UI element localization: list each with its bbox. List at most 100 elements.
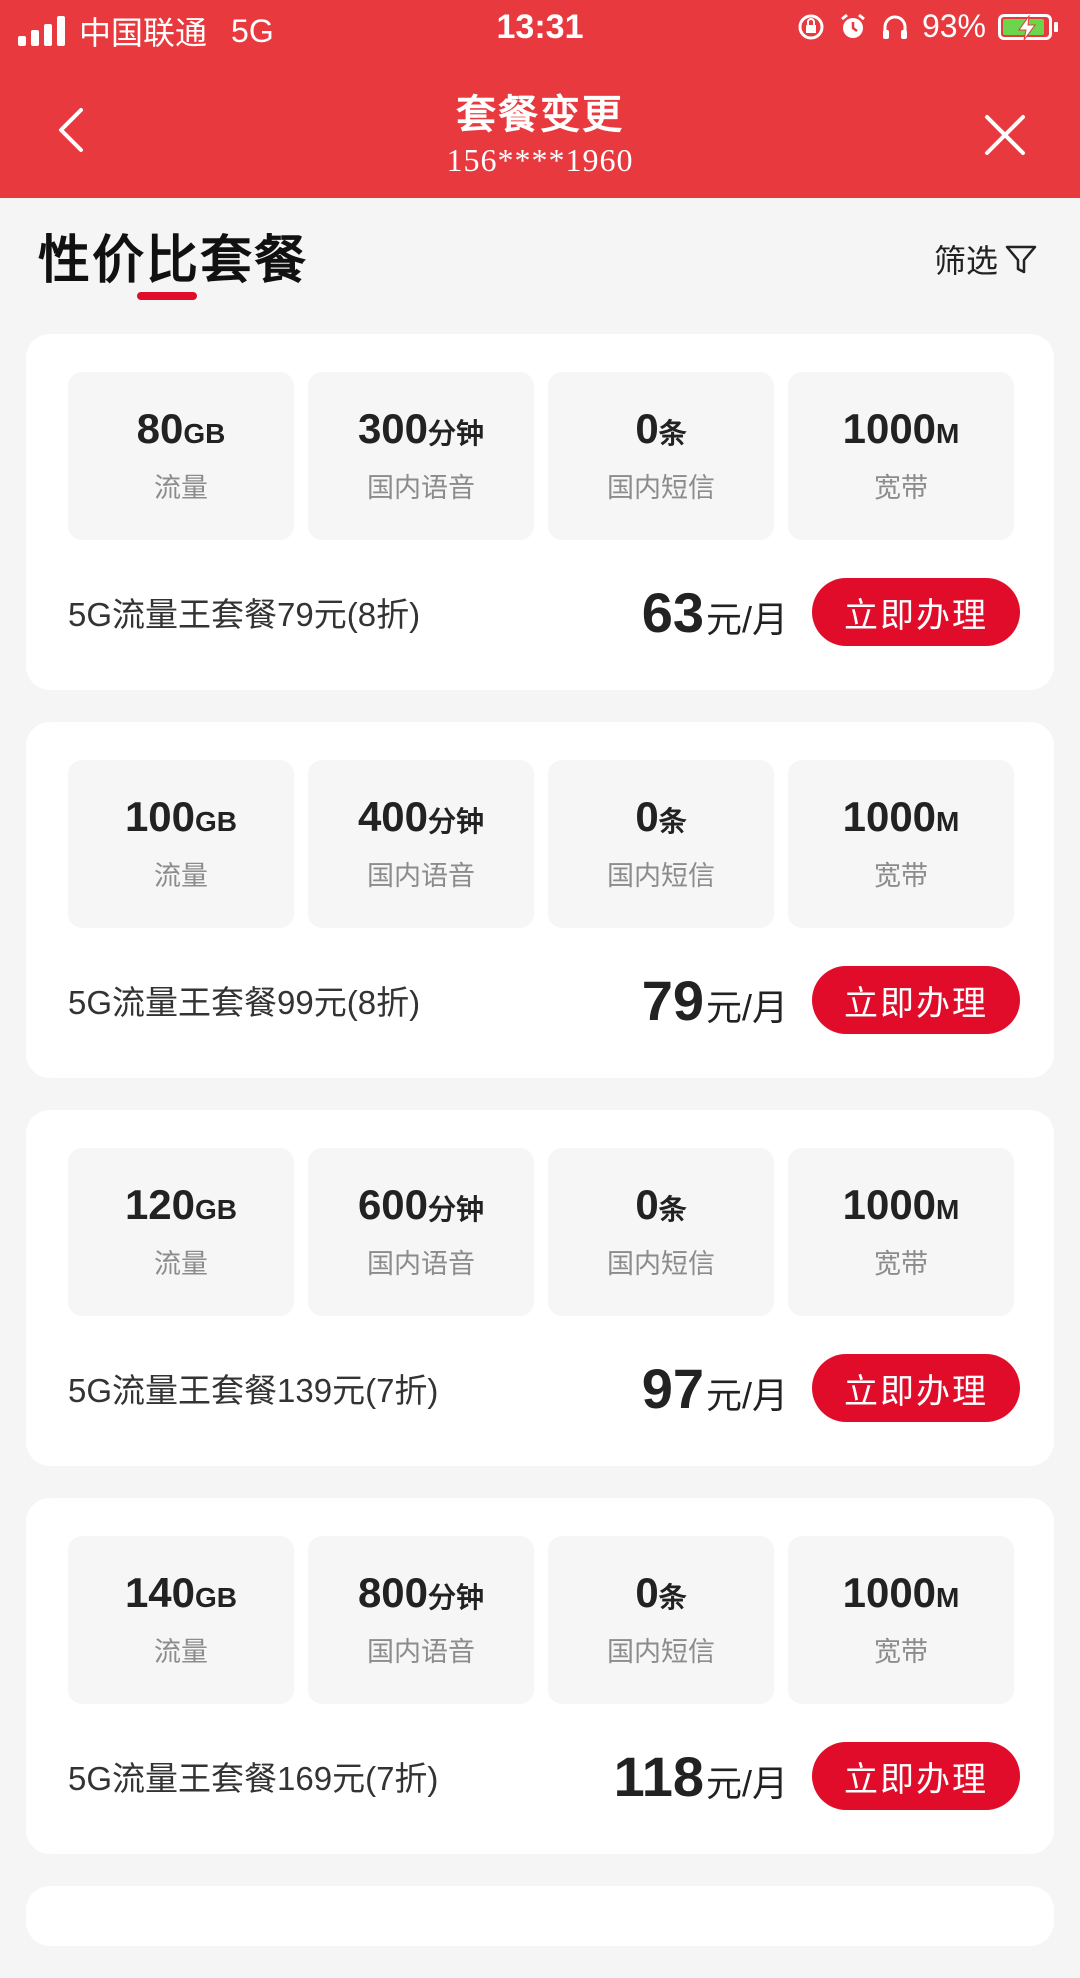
plan-footer: 5G流量王套餐79元(8折) 63元/月 立即办理 (68, 572, 1020, 652)
plan-specs: 80GB 流量 300分钟 国内语音 0条 国内短信 1000M 宽带 (68, 372, 1014, 540)
spec-unit: 条 (658, 805, 687, 837)
spec-label: 宽带 (874, 1248, 928, 1279)
spec-unit: GB (195, 1193, 238, 1225)
spec-value: 0 (635, 1568, 659, 1616)
spec-unit: M (936, 805, 960, 837)
plan-price: 118元/月 (614, 1744, 788, 1809)
battery-percent: 93% (921, 8, 986, 44)
alarm-icon (841, 13, 865, 38)
plan-specs: 140GB 流量 800分钟 国内语音 0条 国内短信 1000M 宽带 (68, 1536, 1014, 1704)
apply-button[interactable]: 立即办理 (812, 1354, 1020, 1422)
spec-value: 1000 (842, 1180, 937, 1228)
spec-label: 国内语音 (367, 1248, 475, 1279)
spec-unit: 分钟 (428, 805, 485, 837)
spec-sms: 0条 国内短信 (548, 1148, 774, 1316)
status-bar: 中国联通 5G 13:31 93% (0, 0, 1080, 58)
spec-label: 流量 (154, 1636, 208, 1667)
spec-label: 国内语音 (367, 860, 475, 891)
plan-card-partial (26, 1886, 1054, 1946)
spec-value: 1000 (842, 1568, 937, 1616)
spec-unit: 分钟 (428, 1581, 485, 1613)
price-unit: 元/月 (705, 1762, 788, 1804)
spec-broadband: 1000M 宽带 (788, 1148, 1014, 1316)
spec-unit: 条 (658, 1581, 687, 1613)
spec-label: 国内语音 (367, 1636, 475, 1667)
section-title: 性价比套餐 (38, 232, 309, 290)
apply-button[interactable]: 立即办理 (812, 966, 1020, 1034)
spec-voice: 400分钟 国内语音 (308, 760, 534, 928)
plan-specs: 120GB 流量 600分钟 国内语音 0条 国内短信 1000M 宽带 (68, 1148, 1014, 1316)
plan-specs: 100GB 流量 400分钟 国内语音 0条 国内短信 1000M 宽带 (68, 760, 1014, 928)
spec-value: 300 (357, 404, 429, 452)
spec-unit: M (936, 1193, 960, 1225)
battery-icon (998, 13, 1058, 40)
spec-unit: M (936, 417, 960, 449)
spec-value: 800 (357, 1568, 429, 1616)
spec-unit: 条 (658, 417, 687, 449)
filter-label: 筛选 (933, 243, 998, 279)
plan-card: 100GB 流量 400分钟 国内语音 0条 国内短信 1000M 宽带 5G流… (26, 722, 1054, 1078)
price-unit: 元/月 (705, 1374, 788, 1416)
filter-icon (1005, 245, 1037, 274)
spec-data: 100GB 流量 (68, 760, 294, 928)
spec-voice: 800分钟 国内语音 (308, 1536, 534, 1704)
plan-name: 5G流量王套餐99元(8折) (68, 984, 421, 1021)
spec-broadband: 1000M 宽带 (788, 1536, 1014, 1704)
spec-unit: 分钟 (428, 1193, 485, 1225)
spec-value: 0 (635, 404, 659, 452)
spec-value: 0 (635, 792, 659, 840)
nav-bar: 套餐变更 156****1960 (0, 58, 1080, 198)
spec-sms: 0条 国内短信 (548, 760, 774, 928)
spec-label: 宽带 (874, 860, 928, 891)
spec-label: 流量 (154, 860, 208, 891)
price-value: 118 (613, 1744, 704, 1808)
spec-unit: GB (195, 805, 238, 837)
close-button[interactable] (970, 100, 1040, 170)
price-unit: 元/月 (705, 986, 788, 1028)
plan-name: 5G流量王套餐79元(8折) (68, 596, 421, 633)
headphones-icon (882, 15, 907, 39)
spec-label: 国内短信 (607, 1636, 715, 1667)
plan-price: 97元/月 (642, 1356, 788, 1421)
plan-card: 140GB 流量 800分钟 国内语音 0条 国内短信 1000M 宽带 5G流… (26, 1498, 1054, 1854)
page-title: 套餐变更 (456, 93, 624, 137)
spec-value: 100 (124, 792, 196, 840)
price-unit: 元/月 (705, 598, 788, 640)
plan-list: 80GB 流量 300分钟 国内语音 0条 国内短信 1000M 宽带 5G流量… (26, 334, 1054, 1978)
plan-name: 5G流量王套餐139元(7折) (68, 1372, 439, 1409)
spec-value: 120 (124, 1180, 196, 1228)
apply-button[interactable]: 立即办理 (812, 1742, 1020, 1810)
spec-value: 0 (635, 1180, 659, 1228)
spec-broadband: 1000M 宽带 (788, 760, 1014, 928)
price-value: 97 (641, 1356, 704, 1420)
plan-name: 5G流量王套餐169元(7折) (68, 1760, 439, 1797)
phone-number: 156****1960 (446, 142, 634, 178)
filter-button[interactable]: 筛选 (934, 236, 1038, 282)
spec-label: 国内语音 (367, 472, 475, 503)
spec-value: 140 (124, 1568, 196, 1616)
plan-card: 80GB 流量 300分钟 国内语音 0条 国内短信 1000M 宽带 5G流量… (26, 334, 1054, 690)
spec-sms: 0条 国内短信 (548, 372, 774, 540)
price-value: 63 (641, 580, 704, 644)
spec-label: 宽带 (874, 472, 928, 503)
spec-data: 80GB 流量 (68, 372, 294, 540)
close-icon (985, 115, 1025, 155)
spec-value: 1000 (842, 404, 937, 452)
spec-unit: GB (183, 417, 226, 449)
status-right: 93% (796, 8, 1058, 45)
spec-unit: 分钟 (428, 417, 485, 449)
section-title-underline (137, 292, 197, 300)
spec-value: 600 (357, 1180, 429, 1228)
plan-price: 79元/月 (642, 968, 788, 1033)
spec-label: 宽带 (874, 1636, 928, 1667)
plan-price: 63元/月 (642, 580, 788, 645)
spec-label: 国内短信 (607, 472, 715, 503)
spec-label: 国内短信 (607, 1248, 715, 1279)
apply-button[interactable]: 立即办理 (812, 578, 1020, 646)
rotation-lock-icon (798, 14, 824, 39)
plan-footer: 5G流量王套餐139元(7折) 97元/月 立即办理 (68, 1348, 1020, 1428)
plan-footer: 5G流量王套餐99元(8折) 79元/月 立即办理 (68, 960, 1020, 1040)
spec-label: 国内短信 (607, 860, 715, 891)
spec-data: 140GB 流量 (68, 1536, 294, 1704)
header: 中国联通 5G 13:31 93% 套餐变更 156****1960 (0, 0, 1080, 198)
